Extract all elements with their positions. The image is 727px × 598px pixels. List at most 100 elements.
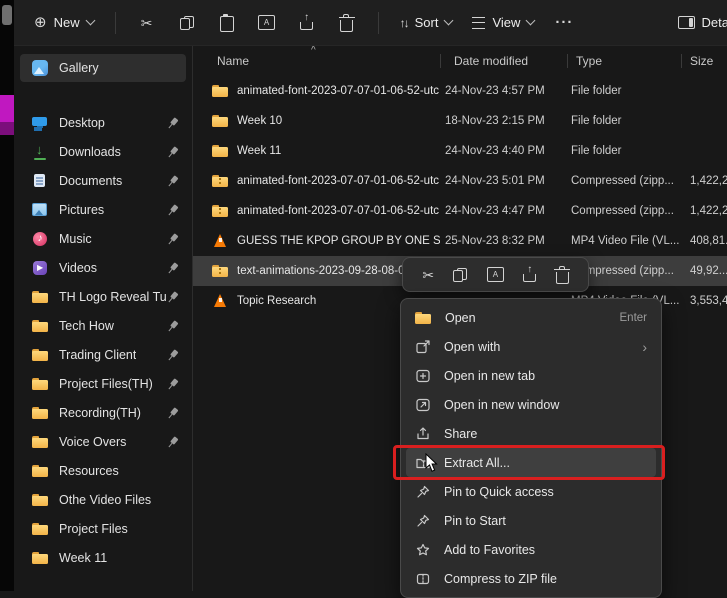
toolbar-divider (377, 11, 379, 34)
sidebar-item-documents[interactable]: Documents (20, 167, 186, 195)
share-button[interactable] (287, 6, 327, 40)
new-button[interactable]: ⊕ New (24, 9, 104, 36)
file-row[interactable]: animated-font-2023-07-07-01-06-52-utc...… (193, 166, 727, 196)
context-menu: Open Enter Open with › Open in new tab O… (400, 298, 662, 598)
sidebar-item-desktop[interactable]: Desktop (20, 109, 186, 137)
sidebar-item-recording-th[interactable]: Recording(TH) (20, 399, 186, 427)
delete-icon[interactable] (554, 265, 571, 284)
file-row[interactable]: GUESS THE KPOP GROUP BY ONE SONG ... 25-… (193, 226, 727, 256)
menu-item-pin-to-quick-access[interactable]: Pin to Quick access (406, 477, 656, 506)
menu-item-share[interactable]: Share (406, 419, 656, 448)
menu-item-compress-to-zip[interactable]: Compress to ZIP file (406, 564, 656, 593)
menu-item-label: Open in new tab (444, 368, 536, 383)
new-icon: ⊕ (34, 14, 47, 31)
video-file-icon (212, 293, 229, 309)
sidebar-item-pictures[interactable]: Pictures (20, 196, 186, 224)
sidebar-item-music[interactable]: Music (20, 225, 186, 253)
details-pane-button[interactable]: Deta (674, 9, 727, 36)
sidebar-item-label: Project Files(TH) (59, 377, 153, 391)
menu-item-extract-all[interactable]: Extract All... (406, 448, 656, 477)
menu-item-open-in-new-tab[interactable]: Open in new tab (406, 361, 656, 390)
file-row[interactable]: animated-font-2023-07-07-01-06-52-utc 24… (193, 196, 727, 226)
menu-item-open-with[interactable]: Open with › (406, 332, 656, 361)
chevron-down-icon (525, 15, 536, 26)
left-edge-strip (0, 0, 14, 591)
file-row[interactable]: Week 11 24-Nov-23 4:40 PM File folder (193, 136, 727, 166)
folder-icon (32, 405, 49, 421)
file-name: GUESS THE KPOP GROUP BY ONE SONG ... (237, 235, 440, 247)
sidebar-item-project-files[interactable]: Project Files (20, 515, 186, 543)
column-header-type[interactable]: Type (567, 46, 681, 76)
copy-button[interactable] (167, 6, 207, 40)
column-header-date-modified[interactable]: Date modified (440, 46, 567, 76)
file-row[interactable]: Week 10 18-Nov-23 2:15 PM File folder (193, 106, 727, 136)
view-button[interactable]: View (462, 9, 544, 36)
column-separator[interactable] (681, 54, 682, 68)
sidebar-item-label: Resources (59, 464, 119, 478)
copy-icon (179, 15, 194, 30)
file-size: 3,553,4... (690, 295, 727, 307)
see-more-button[interactable]: ··· (544, 6, 584, 40)
file-date: 25-Nov-23 8:32 PM (445, 235, 545, 247)
sort-button[interactable]: ↑↓ Sort (390, 9, 463, 36)
sidebar-item-othe-video-files[interactable]: Othe Video Files (20, 486, 186, 514)
pin-icon (417, 485, 430, 498)
sidebar-item-downloads[interactable]: Downloads (20, 138, 186, 166)
pin-icon (163, 433, 181, 451)
sidebar-item-voice-overs[interactable]: Voice Overs (20, 428, 186, 456)
sort-icon: ↑↓ (399, 15, 410, 30)
folder-icon (212, 83, 229, 99)
star-icon (416, 543, 430, 555)
file-name: animated-font-2023-07-07-01-06-52-utc... (237, 175, 440, 187)
cut-icon[interactable]: ✂ (422, 268, 434, 282)
rename-button[interactable] (247, 6, 287, 40)
sidebar-item-th-logo-reveal-tut[interactable]: TH Logo Reveal Tut (20, 283, 186, 311)
sidebar-item-videos[interactable]: Videos (20, 254, 186, 282)
file-row[interactable]: animated-font-2023-07-07-01-06-52-utc 24… (193, 76, 727, 106)
folder-icon (32, 521, 49, 537)
menu-item-pin-to-start[interactable]: Pin to Start (406, 506, 656, 535)
cut-button[interactable]: ✂ (127, 6, 167, 40)
menu-item-open-in-new-window[interactable]: Open in new window (406, 390, 656, 419)
copy-icon[interactable] (453, 267, 468, 282)
pin-icon (163, 375, 181, 393)
pin-icon (163, 201, 181, 219)
file-date: 18-Nov-23 2:15 PM (445, 115, 545, 127)
file-date: 24-Nov-23 4:40 PM (445, 145, 545, 157)
sidebar-item-project-files-th[interactable]: Project Files(TH) (20, 370, 186, 398)
sidebar-item-label: Tech How (59, 319, 114, 333)
file-type: Compressed (zipp... (571, 205, 674, 217)
file-type: File folder (571, 85, 622, 97)
more-icon: ··· (555, 14, 574, 31)
sidebar-item-tech-how[interactable]: Tech How (20, 312, 186, 340)
sidebar-item-label: Downloads (59, 145, 121, 159)
share-icon[interactable] (523, 268, 537, 282)
zip-icon (416, 573, 430, 584)
file-name: animated-font-2023-07-07-01-06-52-utc (237, 205, 440, 217)
toolbar-divider (114, 11, 116, 34)
sidebar-item-week-11[interactable]: Week 11 (20, 544, 186, 572)
menu-item-open[interactable]: Open Enter (406, 303, 656, 332)
column-header-size[interactable]: Size (681, 46, 727, 76)
sidebar-item-gallery[interactable]: Gallery (20, 54, 186, 82)
sidebar-item-trading-client[interactable]: Trading Client (20, 341, 186, 369)
menu-item-label: Compress to ZIP file (444, 571, 558, 586)
sidebar-item-resources[interactable]: Resources (20, 457, 186, 485)
menu-item-add-to-favorites[interactable]: Add to Favorites (406, 535, 656, 564)
file-name: animated-font-2023-07-07-01-06-52-utc (237, 85, 440, 97)
file-size: 1,422,2... (690, 175, 727, 187)
column-separator[interactable] (567, 54, 568, 68)
navigation-pane: Gallery Desktop Downloads Documents Pict… (14, 46, 192, 591)
column-header-name[interactable]: ^ Name (193, 46, 440, 76)
column-separator[interactable] (440, 54, 441, 68)
menu-item-label: Open with (444, 339, 501, 354)
paste-button[interactable] (207, 6, 247, 40)
delete-button[interactable] (327, 6, 367, 40)
chevron-down-icon (85, 15, 96, 26)
folder-icon (32, 492, 49, 508)
details-pane-label: Deta (701, 15, 727, 30)
file-type: MP4 Video File (VL... (571, 235, 680, 247)
zip-folder-icon (212, 263, 229, 279)
rename-icon[interactable] (486, 267, 504, 282)
file-type: Compressed (zipp... (571, 175, 674, 187)
